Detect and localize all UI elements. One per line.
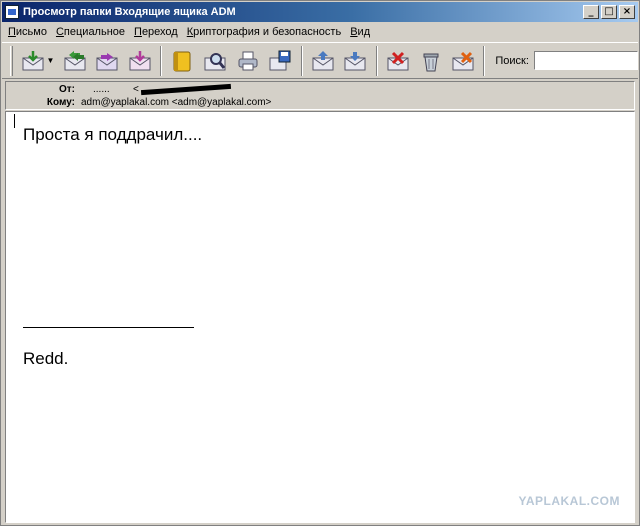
close-button[interactable]: × xyxy=(619,5,635,19)
toolbar-grip[interactable] xyxy=(10,45,13,76)
copy-icon[interactable] xyxy=(343,48,368,74)
toolbar-separator xyxy=(300,45,303,76)
header-from-address[interactable]: < xyxy=(133,83,231,95)
reply-icon[interactable] xyxy=(62,48,87,74)
text-caret xyxy=(14,114,15,128)
menu-go[interactable]: Переход xyxy=(134,26,178,38)
watermark: YAPLAKAL.COM xyxy=(518,494,620,508)
chevron-down-icon[interactable]: ▼ xyxy=(47,56,55,65)
message-body[interactable]: Проста я поддрачил.... Redd. YAPLAKAL.CO… xyxy=(5,111,635,523)
window-controls: _ □ × xyxy=(583,5,635,19)
menu-view[interactable]: Вид xyxy=(350,26,370,38)
menu-bar: Письмо Специальное Переход Криптография … xyxy=(2,23,638,41)
app-icon xyxy=(5,5,19,19)
redaction-mark xyxy=(140,83,231,95)
message-signature: Redd. xyxy=(23,349,69,368)
header-to-row: Кому: adm@yaplakal.com <adm@yaplakal.com… xyxy=(6,96,272,109)
header-from-name[interactable]: ...... xyxy=(93,84,133,95)
new-message-icon[interactable] xyxy=(128,48,153,74)
search-input[interactable] xyxy=(533,51,638,70)
save-icon[interactable] xyxy=(268,48,293,74)
toolbar: ▼ Поиск: xyxy=(2,42,638,79)
title-bar[interactable]: Просмотр папки Входящие ящика ADM _ □ × xyxy=(2,2,638,22)
find-icon[interactable] xyxy=(203,48,228,74)
header-from-row: От: ...... < xyxy=(6,83,231,96)
minimize-button[interactable]: _ xyxy=(583,5,599,19)
menu-letter[interactable]: Письмо xyxy=(8,26,47,38)
maximize-button[interactable]: □ xyxy=(601,5,617,19)
get-mail-icon[interactable] xyxy=(21,48,46,74)
header-from-label: От: xyxy=(58,84,75,95)
junk-icon[interactable] xyxy=(451,48,476,74)
delete-icon[interactable] xyxy=(386,48,411,74)
move-icon[interactable] xyxy=(311,48,336,74)
toolbar-separator xyxy=(160,45,163,76)
mail-window: Просмотр папки Входящие ящика ADM _ □ × … xyxy=(0,0,640,526)
search-label: Поиск: xyxy=(495,54,529,67)
signature-separator xyxy=(23,327,194,328)
address-book-icon[interactable] xyxy=(170,48,195,74)
menu-security[interactable]: Криптография и безопасность xyxy=(187,26,341,38)
print-icon[interactable] xyxy=(235,48,260,74)
forward-icon[interactable] xyxy=(95,48,120,74)
header-from-bracket: < xyxy=(133,84,139,95)
message-headers: От: ...... < Кому: adm@yaplakal.com <adm… xyxy=(5,81,635,110)
toolbar-separator xyxy=(375,45,378,76)
header-to-label: Кому: xyxy=(46,97,75,108)
message-text: Проста я поддрачил.... xyxy=(23,125,203,144)
header-to-value[interactable]: adm@yaplakal.com <adm@yaplakal.com> xyxy=(81,97,271,108)
menu-special[interactable]: Специальное xyxy=(56,26,125,38)
window-title: Просмотр папки Входящие ящика ADM xyxy=(23,6,236,18)
trash-icon[interactable] xyxy=(418,48,443,74)
toolbar-separator xyxy=(483,45,486,76)
